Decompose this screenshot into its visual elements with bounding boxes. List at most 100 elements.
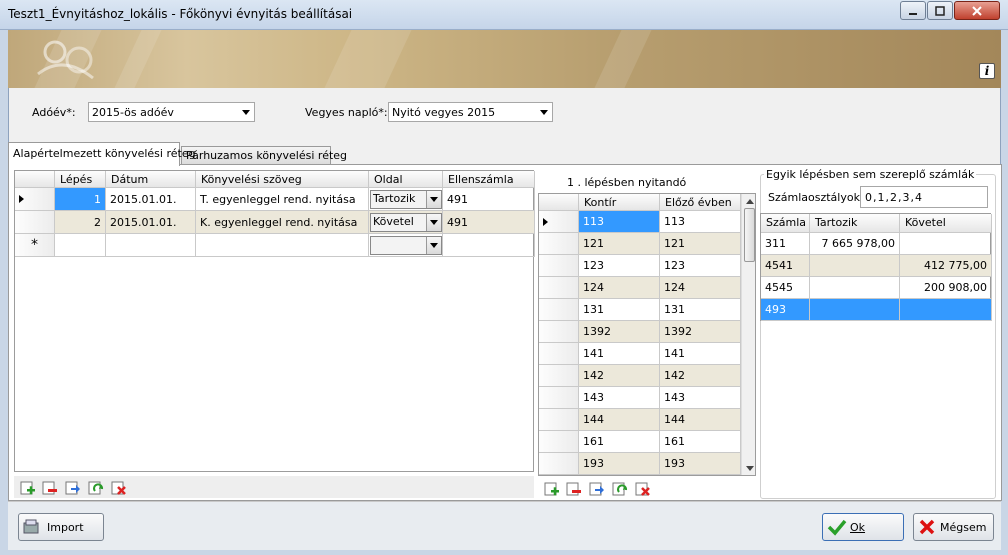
cell-kontir[interactable]: 193 bbox=[579, 453, 660, 475]
cell-kontir[interactable]: 121 bbox=[579, 233, 660, 255]
close-window-button[interactable] bbox=[954, 1, 1000, 20]
tab-parhuzamos[interactable]: Párhuzamos könyvelési réteg bbox=[181, 146, 347, 164]
import-button[interactable]: Import bbox=[18, 513, 104, 541]
cell-tartozik[interactable] bbox=[810, 255, 900, 277]
cell-kontir[interactable]: 141 bbox=[579, 343, 660, 365]
oldal-select[interactable]: Tartozik bbox=[370, 190, 442, 209]
cell-ellenszamla-new[interactable] bbox=[443, 234, 535, 257]
cell-kontir[interactable]: 131 bbox=[579, 299, 660, 321]
remove-icon[interactable] bbox=[42, 480, 58, 496]
scroll-up-icon[interactable] bbox=[746, 198, 754, 204]
info-icon[interactable]: i bbox=[979, 63, 995, 79]
col-header-szamla[interactable]: Számla bbox=[761, 214, 810, 233]
remove-icon[interactable] bbox=[566, 481, 582, 497]
cell-kontir[interactable]: 124 bbox=[579, 277, 660, 299]
col-header-ellenszamla[interactable]: Ellenszámla bbox=[443, 171, 535, 188]
row-selector[interactable] bbox=[15, 188, 55, 211]
col-header-kontir[interactable]: Kontír bbox=[579, 194, 660, 211]
row-selector[interactable] bbox=[539, 453, 579, 475]
row-selector[interactable] bbox=[539, 409, 579, 431]
col-header-elozo-evben[interactable]: Előző évben bbox=[660, 194, 741, 211]
szamlaosztaly-input[interactable]: 0,1,2,3,4 bbox=[860, 186, 988, 208]
cell-kovetel[interactable]: 412 775,00 bbox=[900, 255, 992, 277]
refresh-icon[interactable] bbox=[88, 480, 104, 496]
move-icon[interactable] bbox=[65, 480, 81, 496]
new-row-marker[interactable]: * bbox=[15, 234, 55, 257]
row-selector[interactable] bbox=[539, 431, 579, 453]
cell-szoveg[interactable]: T. egyenleggel rend. nyitása bbox=[196, 188, 369, 211]
cell-elozo-evben[interactable]: 144 bbox=[660, 409, 741, 431]
add-icon[interactable] bbox=[20, 480, 36, 496]
scroll-down-icon[interactable] bbox=[746, 466, 754, 472]
row-selector[interactable] bbox=[539, 211, 579, 233]
cell-szamla[interactable]: 4545 bbox=[761, 277, 810, 299]
cell-tartozik[interactable]: 7 665 978,00 bbox=[810, 233, 900, 255]
maximize-button[interactable] bbox=[927, 1, 953, 20]
cell-kontir[interactable]: 161 bbox=[579, 431, 660, 453]
cell-elozo-evben[interactable]: 131 bbox=[660, 299, 741, 321]
row-selector[interactable] bbox=[539, 255, 579, 277]
ok-button[interactable]: Ok bbox=[822, 513, 904, 541]
minimize-button[interactable] bbox=[900, 1, 926, 20]
middle-scrollbar[interactable] bbox=[741, 194, 755, 475]
cell-datum-new[interactable] bbox=[106, 234, 196, 257]
add-icon[interactable] bbox=[544, 481, 560, 497]
row-selector[interactable] bbox=[539, 343, 579, 365]
cell-kontir[interactable]: 113 bbox=[579, 211, 660, 233]
megsem-button[interactable]: Mégsem bbox=[913, 513, 994, 541]
oldal-select-new[interactable] bbox=[370, 236, 442, 255]
cell-lepes-new[interactable] bbox=[55, 234, 106, 257]
move-icon[interactable] bbox=[589, 481, 605, 497]
row-selector[interactable] bbox=[539, 387, 579, 409]
refresh-icon[interactable] bbox=[612, 481, 628, 497]
cell-kontir[interactable]: 142 bbox=[579, 365, 660, 387]
delete-icon[interactable] bbox=[111, 480, 127, 496]
col-header-szoveg[interactable]: Könyvelési szöveg bbox=[196, 171, 369, 188]
cell-kontir[interactable]: 144 bbox=[579, 409, 660, 431]
row-selector[interactable] bbox=[15, 211, 55, 234]
cell-kontir[interactable]: 1392 bbox=[579, 321, 660, 343]
col-header-kovetel[interactable]: Követel bbox=[900, 214, 992, 233]
col-header-lepes[interactable]: Lépés bbox=[55, 171, 106, 188]
cell-szoveg[interactable]: K. egyenleggel rend. nyitása bbox=[196, 211, 369, 234]
col-header-datum[interactable]: Dátum bbox=[106, 171, 196, 188]
oldal-select[interactable]: Követel bbox=[370, 213, 442, 232]
cell-elozo-evben[interactable]: 193 bbox=[660, 453, 741, 475]
cell-lepes[interactable]: 2 bbox=[55, 211, 106, 234]
cell-datum[interactable]: 2015.01.01. bbox=[106, 211, 196, 234]
scroll-thumb[interactable] bbox=[744, 208, 755, 262]
cell-ellenszamla[interactable]: 491 bbox=[443, 188, 535, 211]
vegyes-naplo-select[interactable]: Nyitó vegyes 2015 bbox=[388, 102, 553, 122]
cell-datum[interactable]: 2015.01.01. bbox=[106, 188, 196, 211]
cell-elozo-evben[interactable]: 142 bbox=[660, 365, 741, 387]
cell-elozo-evben[interactable]: 124 bbox=[660, 277, 741, 299]
cell-tartozik[interactable] bbox=[810, 277, 900, 299]
col-header-tartozik[interactable]: Tartozik bbox=[810, 214, 900, 233]
cell-ellenszamla[interactable]: 491 bbox=[443, 211, 535, 234]
delete-icon[interactable] bbox=[635, 481, 651, 497]
row-selector[interactable] bbox=[539, 321, 579, 343]
cell-kovetel[interactable] bbox=[900, 299, 992, 321]
cell-szamla[interactable]: 311 bbox=[761, 233, 810, 255]
cell-kovetel[interactable] bbox=[900, 233, 992, 255]
col-header-oldal[interactable]: Oldal bbox=[369, 171, 443, 188]
cell-kovetel[interactable]: 200 908,00 bbox=[900, 277, 992, 299]
cell-szoveg-new[interactable] bbox=[196, 234, 369, 257]
cell-szamla[interactable]: 493 bbox=[761, 299, 810, 321]
cell-elozo-evben[interactable]: 143 bbox=[660, 387, 741, 409]
cell-elozo-evben[interactable]: 141 bbox=[660, 343, 741, 365]
cell-elozo-evben[interactable]: 121 bbox=[660, 233, 741, 255]
cell-szamla[interactable]: 4541 bbox=[761, 255, 810, 277]
cell-kontir[interactable]: 143 bbox=[579, 387, 660, 409]
cell-lepes[interactable]: 1 bbox=[55, 188, 106, 211]
cell-tartozik[interactable] bbox=[810, 299, 900, 321]
row-selector[interactable] bbox=[539, 299, 579, 321]
cell-elozo-evben[interactable]: 1392 bbox=[660, 321, 741, 343]
row-selector[interactable] bbox=[539, 365, 579, 387]
cell-kontir[interactable]: 123 bbox=[579, 255, 660, 277]
adoev-select[interactable]: 2015-ös adóév bbox=[88, 102, 255, 122]
row-selector[interactable] bbox=[539, 277, 579, 299]
tab-alapertelmezett[interactable]: Alapértelmezett könyvelési réteg bbox=[8, 142, 196, 166]
cell-elozo-evben[interactable]: 123 bbox=[660, 255, 741, 277]
cell-elozo-evben[interactable]: 161 bbox=[660, 431, 741, 453]
